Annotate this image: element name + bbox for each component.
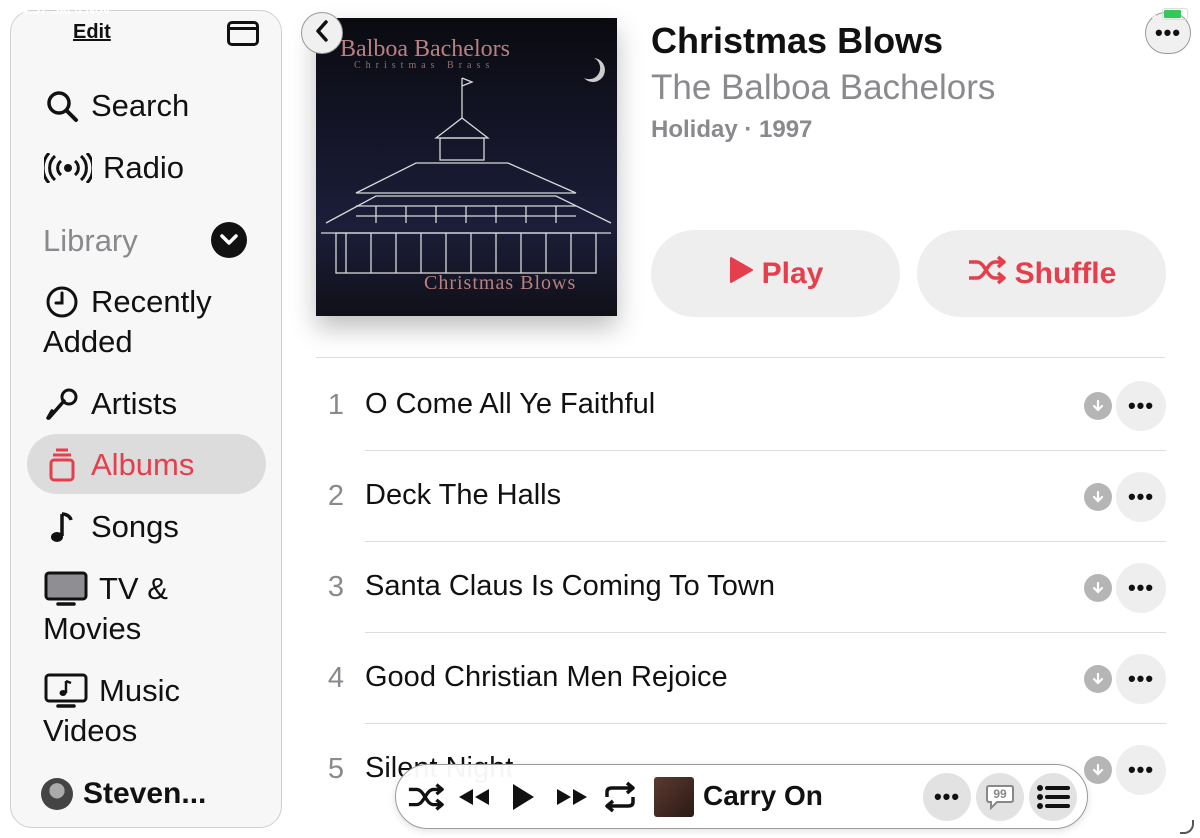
now-playing-artwork xyxy=(654,777,694,817)
album-artwork: Balboa Bachelors Christmas Brass Christm… xyxy=(316,18,617,316)
avatar xyxy=(41,778,73,810)
sidebar: Edit Search Radio Library Recently Added… xyxy=(10,10,282,828)
battery-icon xyxy=(1162,7,1188,20)
download-icon[interactable] xyxy=(1084,574,1112,602)
track-number: 1 xyxy=(327,389,345,421)
download-icon[interactable] xyxy=(1084,483,1112,511)
download-icon[interactable] xyxy=(1084,392,1112,420)
search-icon xyxy=(43,86,81,126)
track-row[interactable]: 4 Good Christian Men Rejoice ••• xyxy=(316,632,1166,724)
albums-icon xyxy=(43,445,81,485)
sidebar-item-label: Albums xyxy=(91,447,195,482)
track-number: 4 xyxy=(327,662,345,694)
microphone-icon xyxy=(43,384,81,424)
sidebar-toggle-icon[interactable] xyxy=(227,21,259,46)
track-row[interactable]: 1 O Come All Ye Faithful ••• xyxy=(316,359,1166,451)
track-more-button[interactable]: ••• xyxy=(1116,472,1166,522)
sidebar-item-label: Music Videos xyxy=(43,673,180,748)
sidebar-item-radio[interactable]: Radio xyxy=(43,148,184,188)
shuffle-label: Shuffle xyxy=(1014,256,1117,290)
sidebar-item-label: Recently Added xyxy=(43,284,212,359)
sidebar-item-songs[interactable]: Songs xyxy=(43,507,179,547)
track-title: O Come All Ye Faithful xyxy=(365,388,656,420)
sidebar-item-label: Search xyxy=(91,88,190,123)
shuffle-icon xyxy=(967,255,1007,293)
now-playing-title: Carry On xyxy=(703,780,823,811)
play-button[interactable]: Play xyxy=(651,230,900,317)
track-number: 3 xyxy=(327,571,345,603)
shuffle-button[interactable]: Shuffle xyxy=(917,230,1166,317)
cover-sub-text: Christmas Brass xyxy=(354,60,495,71)
battery-percent: 76% xyxy=(1129,6,1156,21)
sidebar-item-artists[interactable]: Artists xyxy=(43,384,177,424)
user-account[interactable]: Steven... xyxy=(41,777,206,811)
track-more-button[interactable]: ••• xyxy=(1116,381,1166,431)
chevron-down-icon[interactable] xyxy=(211,222,247,258)
mini-player-more-button[interactable]: ••• xyxy=(923,773,971,821)
album-title: Christmas Blows xyxy=(651,20,944,61)
play-label: Play xyxy=(761,256,824,290)
download-icon[interactable] xyxy=(1084,665,1112,693)
repeat-icon[interactable] xyxy=(600,779,640,815)
rewind-icon[interactable] xyxy=(456,779,492,815)
download-icon[interactable] xyxy=(1084,756,1112,784)
track-row[interactable]: 2 Deck The Halls ••• xyxy=(316,450,1166,542)
track-more-button[interactable]: ••• xyxy=(1116,745,1166,795)
sidebar-item-tv-movies[interactable]: TV & Movies xyxy=(43,569,263,649)
user-name: Steven... xyxy=(83,777,207,810)
sidebar-item-recently-added[interactable]: Recently Added xyxy=(43,282,263,362)
wifi-icon xyxy=(1108,6,1124,21)
ellipsis-icon: ••• xyxy=(933,784,961,809)
edit-button[interactable]: Edit xyxy=(73,21,111,44)
sidebar-item-label: Radio xyxy=(103,150,184,185)
track-number: 5 xyxy=(327,753,345,785)
play-icon xyxy=(728,256,754,292)
ellipsis-icon: ••• xyxy=(1154,20,1182,45)
back-button[interactable] xyxy=(301,12,343,54)
track-title: Deck The Halls xyxy=(365,479,562,511)
library-heading: Library xyxy=(43,223,138,258)
queue-list-icon[interactable] xyxy=(1029,773,1077,821)
chevron-left-icon xyxy=(315,19,329,47)
album-meta: Holiday · 1997 xyxy=(651,116,813,143)
radio-icon xyxy=(43,148,93,188)
track-title: Good Christian Men Rejoice xyxy=(365,661,728,693)
fast-forward-icon[interactable] xyxy=(554,779,590,815)
sidebar-item-search[interactable]: Search xyxy=(43,86,189,126)
track-row[interactable]: 3 Santa Claus Is Coming To Town ••• xyxy=(316,541,1166,633)
album-artist[interactable]: The Balboa Bachelors xyxy=(651,68,995,108)
track-number: 2 xyxy=(327,480,345,512)
sidebar-item-label: TV & Movies xyxy=(43,571,168,646)
play-icon[interactable] xyxy=(506,779,540,815)
shuffle-icon[interactable] xyxy=(406,779,446,815)
sidebar-item-music-videos[interactable]: Music Videos xyxy=(43,671,263,751)
sidebar-item-albums[interactable]: Albums xyxy=(43,445,194,485)
mini-player[interactable]: Carry On ••• 99 xyxy=(395,764,1088,829)
track-more-button[interactable]: ••• xyxy=(1116,654,1166,704)
sidebar-item-label: Artists xyxy=(91,386,178,421)
cover-band-text: Balboa Bachelors xyxy=(340,36,510,62)
resize-handle-icon[interactable] xyxy=(1180,820,1194,834)
track-more-button[interactable]: ••• xyxy=(1116,563,1166,613)
music-note-icon xyxy=(43,507,81,547)
track-title: Santa Claus Is Coming To Town xyxy=(365,570,775,602)
status-indicators: 76% xyxy=(1108,6,1188,21)
svg-text:99: 99 xyxy=(993,787,1007,801)
cover-title-text: Christmas Blows xyxy=(424,272,577,294)
lyrics-icon[interactable]: 99 xyxy=(976,773,1024,821)
sidebar-item-label: Songs xyxy=(91,509,179,544)
status-time: 14:57 Sat 4 Nov xyxy=(14,2,111,17)
divider xyxy=(316,357,1165,358)
